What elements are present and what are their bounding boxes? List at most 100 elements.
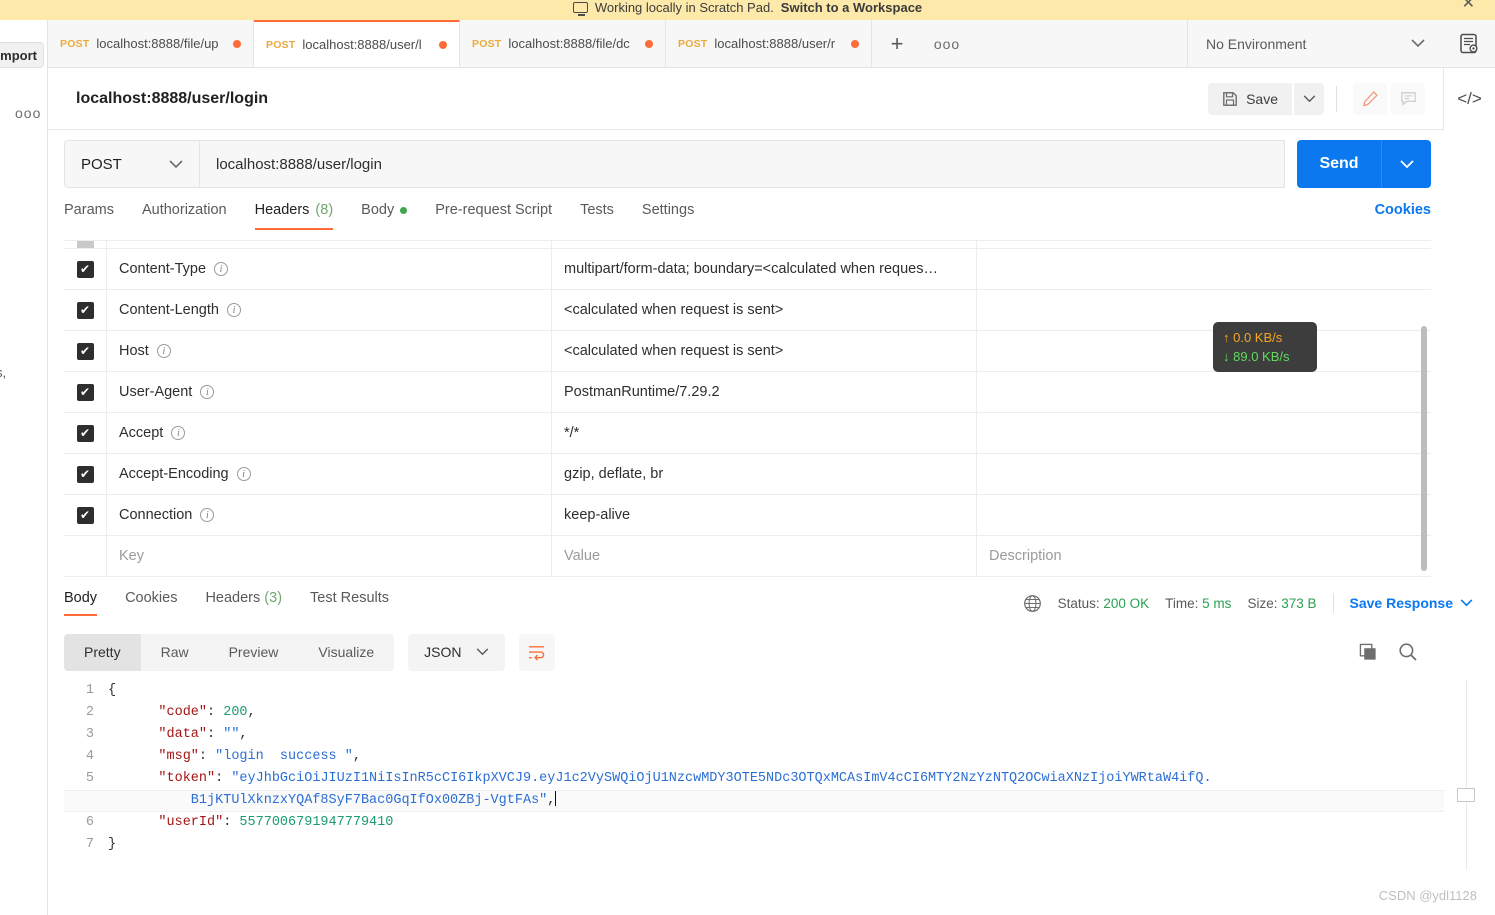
- info-icon[interactable]: i: [214, 262, 229, 276]
- table-row-partial: [64, 241, 1431, 249]
- response-tab-test-results[interactable]: Test Results: [296, 590, 403, 616]
- row-value-cell[interactable]: */*: [551, 413, 976, 453]
- row-description-cell[interactable]: [976, 372, 1431, 412]
- environment-selector[interactable]: No Environment: [1188, 36, 1443, 52]
- code-line: 6 "userId": 5577006791947779410: [64, 812, 1444, 834]
- new-key-input[interactable]: Key: [106, 536, 551, 576]
- new-tab-button[interactable]: +: [872, 20, 922, 67]
- info-icon[interactable]: i: [156, 344, 171, 358]
- row-description-cell[interactable]: [976, 249, 1431, 289]
- checkbox[interactable]: ✔: [76, 424, 94, 442]
- tab-settings[interactable]: Settings: [628, 202, 708, 230]
- request-tab-1[interactable]: POST localhost:8888/file/up: [48, 20, 254, 67]
- new-value-input[interactable]: Value: [551, 536, 976, 576]
- environment-quick-look-button[interactable]: [1443, 33, 1495, 54]
- row-value-cell[interactable]: multipart/form-data; boundary=<calculate…: [551, 249, 976, 289]
- row-description-cell[interactable]: [976, 495, 1431, 535]
- divider: [1336, 85, 1337, 112]
- row-value-cell[interactable]: keep-alive: [551, 495, 976, 535]
- request-tab-4[interactable]: POST localhost:8888/user/r: [666, 20, 872, 67]
- save-response-button[interactable]: Save Response: [1350, 595, 1474, 611]
- tab-params[interactable]: Params: [64, 202, 128, 230]
- url-input[interactable]: localhost:8888/user/login: [199, 140, 1285, 188]
- wrap-lines-button[interactable]: [518, 633, 555, 671]
- info-icon[interactable]: i: [200, 385, 215, 399]
- row-key-cell[interactable]: Connection i: [106, 495, 551, 535]
- response-tab-cookies[interactable]: Cookies: [111, 590, 191, 616]
- row-key-cell[interactable]: Host i: [106, 331, 551, 371]
- url-row: POST localhost:8888/user/login Send: [64, 140, 1431, 188]
- request-name-bar: localhost:8888/user/login Save: [48, 68, 1443, 130]
- comment-button[interactable]: [1391, 82, 1425, 115]
- method-label: POST: [81, 155, 122, 173]
- info-icon[interactable]: i: [171, 426, 186, 440]
- row-description-cell: [976, 241, 1431, 248]
- row-value-cell[interactable]: <calculated when request is sent>: [551, 290, 976, 330]
- view-mode-pretty[interactable]: Pretty: [64, 633, 141, 671]
- chevron-down-icon: [476, 648, 488, 656]
- checkbox[interactable]: ✔: [76, 301, 94, 319]
- send-options-button[interactable]: [1381, 140, 1431, 188]
- row-description-cell[interactable]: [976, 331, 1431, 371]
- row-checkbox-cell: ✔: [64, 506, 106, 524]
- view-mode-raw[interactable]: Raw: [141, 634, 209, 671]
- info-icon[interactable]: i: [226, 303, 241, 317]
- tab-authorization[interactable]: Authorization: [128, 202, 241, 230]
- save-button[interactable]: Save: [1208, 82, 1292, 115]
- checkbox[interactable]: ✔: [76, 465, 94, 483]
- tab-headers[interactable]: Headers (8): [241, 202, 348, 230]
- row-key-cell[interactable]: Content-Length i: [106, 290, 551, 330]
- view-mode-preview[interactable]: Preview: [209, 634, 299, 671]
- search-icon[interactable]: [1398, 642, 1418, 662]
- tab-body[interactable]: Body: [347, 202, 421, 230]
- row-description-cell[interactable]: [976, 454, 1431, 494]
- import-button[interactable]: Import: [0, 42, 44, 68]
- cookies-link[interactable]: Cookies: [1375, 202, 1431, 218]
- request-tab-2[interactable]: POST localhost:8888/user/l: [254, 20, 460, 67]
- globe-icon[interactable]: [1023, 594, 1042, 613]
- new-description-input[interactable]: Description: [976, 536, 1431, 576]
- send-button[interactable]: Send: [1297, 140, 1381, 188]
- format-selector[interactable]: JSON: [408, 633, 505, 671]
- checkbox[interactable]: ✔: [76, 383, 94, 401]
- tab-method-label: POST: [266, 38, 296, 51]
- row-key-cell[interactable]: Accept i: [106, 413, 551, 453]
- checkbox[interactable]: [76, 241, 94, 248]
- copy-icon[interactable]: [1359, 643, 1378, 662]
- method-selector[interactable]: POST: [64, 140, 199, 188]
- checkbox[interactable]: ✔: [76, 342, 94, 360]
- response-body-code[interactable]: 1 { 2 "code": 200, 3 "data": "", 4 "msg"…: [64, 680, 1444, 870]
- switch-workspace-link[interactable]: Switch to a Workspace: [781, 0, 922, 15]
- tab-tests[interactable]: Tests: [566, 202, 628, 230]
- info-icon[interactable]: i: [200, 508, 215, 522]
- row-description-cell[interactable]: [976, 290, 1431, 330]
- response-tabs: Body Cookies Headers (3) Test Results: [64, 590, 403, 616]
- row-value-cell[interactable]: gzip, deflate, br: [551, 454, 976, 494]
- line-number: 4: [85, 749, 94, 764]
- response-tab-headers[interactable]: Headers (3): [191, 590, 296, 616]
- code-scroll-thumb[interactable]: [1457, 788, 1475, 802]
- sidebar-more-icon[interactable]: ooo: [15, 105, 41, 121]
- info-icon[interactable]: i: [236, 467, 251, 481]
- save-options-button[interactable]: [1294, 82, 1324, 115]
- view-mode-visualize[interactable]: Visualize: [298, 634, 394, 671]
- tab-count-badge: (8): [315, 202, 334, 218]
- response-tab-body[interactable]: Body: [64, 590, 111, 616]
- edit-request-button[interactable]: [1353, 82, 1387, 115]
- line-number: 5: [85, 771, 94, 786]
- checkbox[interactable]: ✔: [76, 260, 94, 278]
- close-icon[interactable]: ✕: [1462, 0, 1475, 13]
- code-snippet-button[interactable]: </>: [1443, 68, 1495, 130]
- row-key-cell[interactable]: Content-Type i: [106, 249, 551, 289]
- row-description-cell[interactable]: [976, 413, 1431, 453]
- headers-scrollbar[interactable]: [1421, 326, 1427, 571]
- checkbox[interactable]: ✔: [76, 506, 94, 524]
- row-value-cell[interactable]: <calculated when request is sent>: [551, 331, 976, 371]
- tab-options-icon[interactable]: ooo: [922, 20, 972, 67]
- row-key-cell[interactable]: Accept-Encoding i: [106, 454, 551, 494]
- row-value-cell[interactable]: PostmanRuntime/7.29.2: [551, 372, 976, 412]
- request-tab-3[interactable]: POST localhost:8888/file/dc: [460, 20, 666, 67]
- tab-title: localhost:8888/file/up: [96, 36, 219, 51]
- tab-pre-request-script[interactable]: Pre-request Script: [421, 202, 566, 230]
- row-key-cell[interactable]: User-Agent i: [106, 372, 551, 412]
